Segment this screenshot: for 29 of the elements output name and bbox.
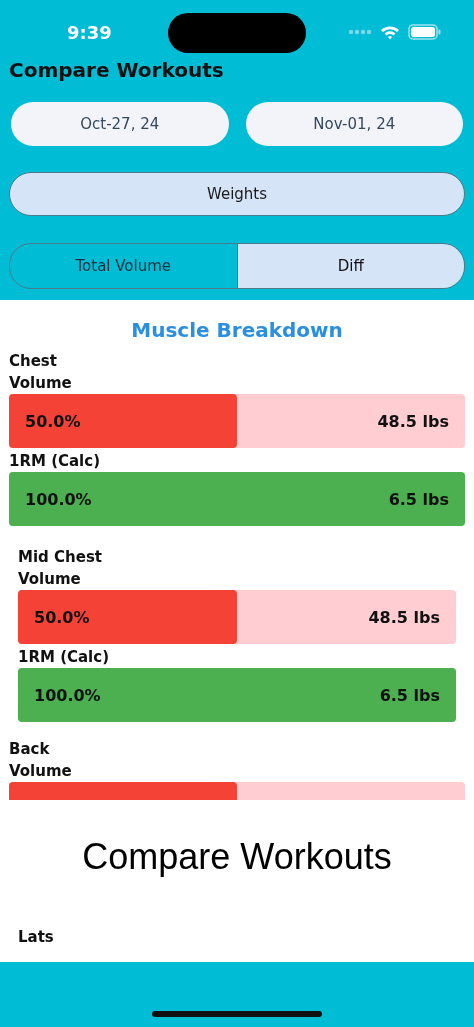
value-text: 48.5 lbs <box>368 607 440 627</box>
value-text: 6.5 lbs <box>388 489 449 509</box>
muscle-name: Back <box>9 739 51 760</box>
page-title: Compare Workouts <box>9 58 225 82</box>
metric-label: 1RM (Calc) <box>18 647 110 668</box>
metric-label: Volume <box>9 761 73 782</box>
percent-text: 100.0% <box>34 685 101 705</box>
muscle-name: Lats <box>18 927 55 948</box>
status-time: 9:39 <box>67 21 112 43</box>
metric-label: Volume <box>9 373 73 394</box>
muscle-name: Chest <box>9 351 58 372</box>
segment-tab[interactable]: Total Volume <box>10 244 237 288</box>
muscle-name: Mid Chest <box>18 547 103 568</box>
date-button[interactable]: Nov-01, 24 <box>245 102 463 146</box>
percent-text: 50.0% <box>34 607 90 627</box>
value-text: 48.5 lbs <box>377 411 449 431</box>
metric-label: Volume <box>18 569 82 590</box>
wifi-icon <box>380 24 400 40</box>
segment-tab[interactable]: Diff <box>236 244 464 288</box>
banner-text: Compare Workouts <box>81 835 393 879</box>
percent-text: 50.0% <box>25 411 81 431</box>
date-button[interactable]: Oct-27, 24 <box>11 102 229 146</box>
section-title: Muscle Breakdown <box>130 318 344 342</box>
signal-icon <box>348 29 372 35</box>
category-button[interactable]: Weights <box>9 172 465 216</box>
battery-icon <box>408 24 441 40</box>
metric-label: 1RM (Calc) <box>9 451 101 472</box>
percent-text: 100.0% <box>25 489 92 509</box>
value-text: 6.5 lbs <box>379 685 440 705</box>
